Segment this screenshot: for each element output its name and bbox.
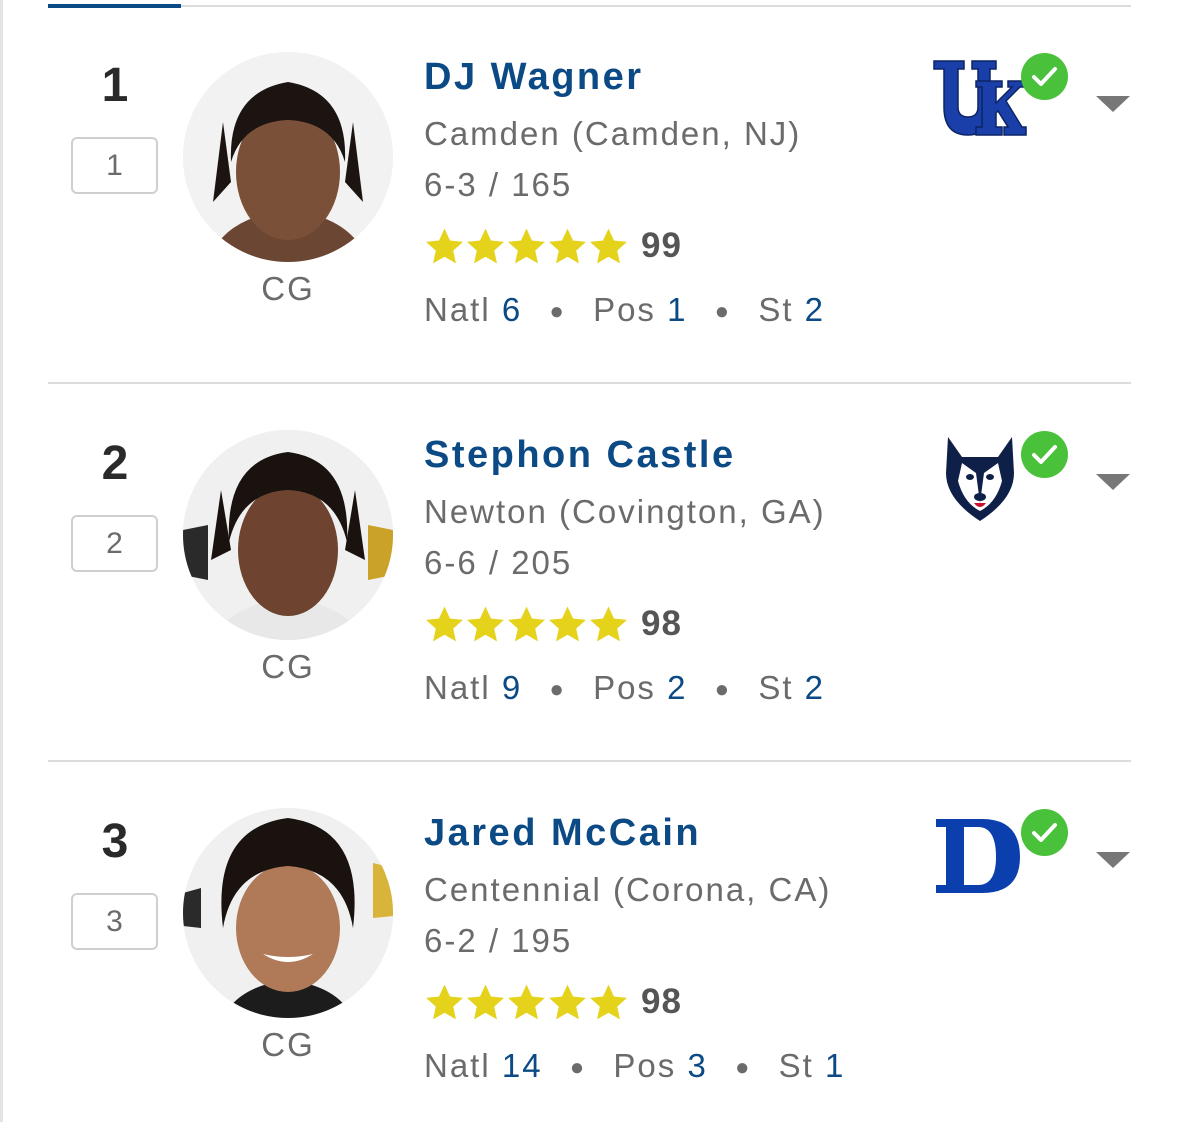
star-icon: [508, 984, 545, 1019]
state-rank-link[interactable]: 1: [825, 1047, 845, 1084]
committed-check-icon: [1021, 53, 1068, 100]
player-school: Newton (Covington, GA): [424, 493, 826, 530]
rank-number: 1: [101, 59, 129, 112]
kentucky-uk-logo[interactable]: [930, 55, 1030, 145]
st-label: St: [758, 669, 794, 706]
star-rating: 98: [424, 603, 682, 645]
player-school: Camden (Camden, NJ): [424, 115, 802, 152]
natl-label: Natl: [424, 291, 491, 328]
separator-dot: ●: [549, 298, 566, 326]
committed-check-icon: [1021, 431, 1068, 478]
star-icon: [426, 984, 463, 1019]
pos-rank-link[interactable]: 2: [667, 669, 687, 706]
player-row[interactable]: 2 2 CG Stephon Castle Newton (Covington,…: [0, 378, 1179, 756]
separator-dot: ●: [714, 298, 732, 326]
natl-rank-link[interactable]: 9: [502, 669, 522, 706]
player-photo[interactable]: [183, 808, 393, 1018]
rank-number: 2: [101, 437, 129, 490]
rank-box: 1: [71, 137, 158, 194]
st-label: St: [778, 1047, 814, 1084]
chevron-down-icon[interactable]: [1096, 852, 1130, 868]
state-rank-link[interactable]: 2: [805, 669, 825, 706]
separator-dot: ●: [714, 676, 732, 704]
star-icon: [590, 984, 627, 1019]
star-icon: [467, 984, 504, 1019]
rankings-line: Natl 6 ● Pos 1 ● St 2: [424, 291, 825, 329]
player-rating: 99: [641, 226, 682, 265]
natl-rank-link[interactable]: 6: [502, 291, 522, 328]
star-rating: 98: [424, 981, 682, 1023]
rank-number: 3: [101, 815, 129, 868]
pos-label: Pos: [593, 291, 656, 328]
player-row[interactable]: 1 1 CG DJ Wagner Camden (Camden, NJ) 6-3…: [0, 0, 1179, 378]
player-rating: 98: [641, 604, 682, 643]
committed-check-icon: [1021, 809, 1068, 856]
star-icon: [467, 606, 504, 641]
star-icon: [590, 606, 627, 641]
rank-box: 2: [71, 515, 158, 572]
star-icon: [426, 228, 463, 263]
player-name-link[interactable]: Stephon Castle: [424, 434, 736, 477]
duke-d-logo[interactable]: [930, 811, 1030, 901]
st-label: St: [758, 291, 794, 328]
natl-label: Natl: [424, 1047, 491, 1084]
separator-dot: ●: [549, 676, 566, 704]
star-icon: [508, 228, 545, 263]
star-icon: [426, 606, 463, 641]
player-school: Centennial (Corona, CA): [424, 871, 832, 908]
player-position: CG: [261, 648, 315, 685]
natl-rank-link[interactable]: 14: [502, 1047, 543, 1084]
player-rating: 98: [641, 982, 682, 1021]
player-photo[interactable]: [183, 52, 393, 262]
rank-box: 3: [71, 893, 158, 950]
separator-dot: ●: [735, 1054, 752, 1082]
pos-label: Pos: [593, 669, 656, 706]
star-icon: [549, 984, 586, 1019]
pos-rank-link[interactable]: 3: [687, 1047, 707, 1084]
player-height-weight: 6-6 / 205: [424, 544, 573, 581]
uconn-husky-logo[interactable]: [930, 433, 1030, 523]
rankings-line: Natl 14 ● Pos 3 ● St 1: [424, 1047, 845, 1085]
pos-label: Pos: [613, 1047, 677, 1084]
star-icon: [590, 228, 627, 263]
state-rank-link[interactable]: 2: [805, 291, 825, 328]
player-photo[interactable]: [183, 430, 393, 640]
star-rating: 99: [424, 225, 682, 267]
chevron-down-icon[interactable]: [1096, 474, 1130, 490]
separator-dot: ●: [569, 1054, 587, 1082]
rankings-line: Natl 9 ● Pos 2 ● St 2: [424, 669, 825, 707]
pos-rank-link[interactable]: 1: [667, 291, 687, 328]
player-row[interactable]: 3 3 CG Jared McCain Centennial (Corona, …: [0, 756, 1179, 1134]
player-height-weight: 6-2 / 195: [424, 922, 573, 959]
chevron-down-icon[interactable]: [1096, 96, 1130, 112]
player-position: CG: [261, 1026, 315, 1063]
player-position: CG: [261, 270, 315, 307]
star-icon: [508, 606, 545, 641]
star-icon: [467, 228, 504, 263]
star-icon: [549, 228, 586, 263]
player-height-weight: 6-3 / 165: [424, 166, 573, 203]
star-icon: [549, 606, 586, 641]
player-name-link[interactable]: DJ Wagner: [424, 56, 644, 99]
natl-label: Natl: [424, 669, 491, 706]
player-name-link[interactable]: Jared McCain: [424, 812, 701, 855]
